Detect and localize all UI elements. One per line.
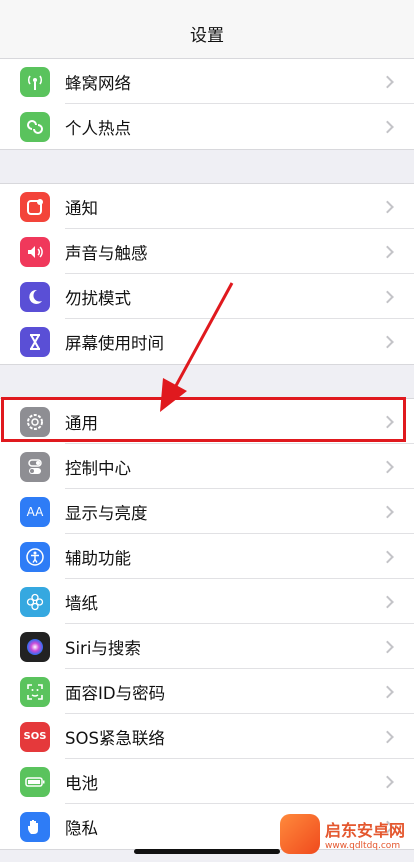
settings-row-control-center[interactable]: 控制中心 bbox=[0, 444, 414, 489]
chevron-right-icon bbox=[381, 75, 394, 88]
chevron-right-icon bbox=[381, 775, 394, 788]
hotspot-icon bbox=[20, 111, 50, 142]
settings-group-notifications: 通知 声音与触感 勿扰模式 屏幕使用时间 bbox=[0, 183, 414, 365]
settings-row-screen-time[interactable]: 屏幕使用时间 bbox=[0, 319, 414, 364]
antenna-icon bbox=[20, 66, 50, 97]
chevron-right-icon bbox=[381, 640, 394, 653]
settings-row-label: Siri与搜索 bbox=[65, 638, 141, 658]
settings-row-face-id[interactable]: 面容ID与密码 bbox=[0, 669, 414, 714]
faceid-icon bbox=[20, 676, 50, 707]
home-indicator bbox=[134, 849, 280, 854]
settings-row-label: 屏幕使用时间 bbox=[65, 333, 164, 353]
settings-row-label: 蜂窝网络 bbox=[65, 73, 131, 93]
toggles-icon bbox=[20, 451, 50, 482]
settings-row-sounds[interactable]: 声音与触感 bbox=[0, 229, 414, 274]
watermark-url: www.qdltdq.com bbox=[325, 841, 401, 851]
chevron-right-icon bbox=[381, 550, 394, 563]
settings-row-label: 个人热点 bbox=[65, 118, 131, 138]
speaker-icon bbox=[20, 236, 50, 267]
chevron-right-icon bbox=[381, 415, 394, 428]
settings-row-label: 通知 bbox=[65, 198, 98, 218]
text-size-icon: AA bbox=[20, 496, 50, 527]
gear-icon bbox=[20, 406, 50, 437]
settings-row-label: 控制中心 bbox=[65, 458, 131, 478]
sos-icon: SOS bbox=[20, 721, 50, 752]
chevron-right-icon bbox=[381, 460, 394, 473]
watermark: 启东安卓网 www.qdltdq.com bbox=[280, 810, 410, 858]
settings-row-notifications[interactable]: 通知 bbox=[0, 184, 414, 229]
settings-row-label: 显示与亮度 bbox=[65, 503, 148, 523]
settings-row-label: 通用 bbox=[65, 413, 98, 433]
settings-row-label: 面容ID与密码 bbox=[65, 683, 166, 703]
siri-icon bbox=[20, 631, 50, 662]
settings-group-general: 通用 控制中心 AA 显示与亮度 辅助功能 墙纸 Siri与搜索 面容ID与密码… bbox=[0, 398, 414, 850]
chevron-right-icon bbox=[381, 200, 394, 213]
settings-row-display[interactable]: AA 显示与亮度 bbox=[0, 489, 414, 534]
settings-row-wallpaper[interactable]: 墙纸 bbox=[0, 579, 414, 624]
settings-row-battery[interactable]: 电池 bbox=[0, 759, 414, 804]
chevron-right-icon bbox=[381, 595, 394, 608]
settings-row-label: 隐私 bbox=[65, 818, 98, 838]
chevron-right-icon bbox=[381, 730, 394, 743]
battery-icon bbox=[20, 766, 50, 797]
hourglass-icon bbox=[20, 326, 50, 357]
settings-row-emergency-sos[interactable]: SOS SOS紧急联络 bbox=[0, 714, 414, 759]
chevron-right-icon bbox=[381, 245, 394, 258]
settings-group-network: 蜂窝网络 个人热点 bbox=[0, 58, 414, 150]
navigation-bar: 设置 bbox=[0, 0, 414, 60]
chevron-right-icon bbox=[381, 120, 394, 133]
settings-row-do-not-disturb[interactable]: 勿扰模式 bbox=[0, 274, 414, 319]
settings-row-label: 辅助功能 bbox=[65, 548, 131, 568]
flower-icon bbox=[20, 586, 50, 617]
notification-icon bbox=[20, 191, 50, 222]
moon-icon bbox=[20, 281, 50, 312]
settings-row-label: 勿扰模式 bbox=[65, 288, 131, 308]
watermark-logo bbox=[280, 814, 320, 854]
settings-row-label: 电池 bbox=[65, 773, 98, 793]
page-title: 设置 bbox=[190, 25, 224, 46]
settings-row-hotspot[interactable]: 个人热点 bbox=[0, 104, 414, 149]
chevron-right-icon bbox=[381, 685, 394, 698]
chevron-right-icon bbox=[381, 505, 394, 518]
settings-row-label: 声音与触感 bbox=[65, 243, 148, 263]
accessibility-icon bbox=[20, 541, 50, 572]
settings-row-label: 墙纸 bbox=[65, 593, 98, 613]
hand-icon bbox=[20, 811, 50, 842]
settings-row-accessibility[interactable]: 辅助功能 bbox=[0, 534, 414, 579]
watermark-name: 启东安卓网 bbox=[325, 821, 406, 840]
chevron-right-icon bbox=[381, 290, 394, 303]
settings-row-label: SOS紧急联络 bbox=[65, 728, 165, 748]
settings-row-cellular[interactable]: 蜂窝网络 bbox=[0, 59, 414, 104]
settings-row-general[interactable]: 通用 bbox=[0, 399, 414, 444]
chevron-right-icon bbox=[381, 335, 394, 348]
settings-row-siri[interactable]: Siri与搜索 bbox=[0, 624, 414, 669]
